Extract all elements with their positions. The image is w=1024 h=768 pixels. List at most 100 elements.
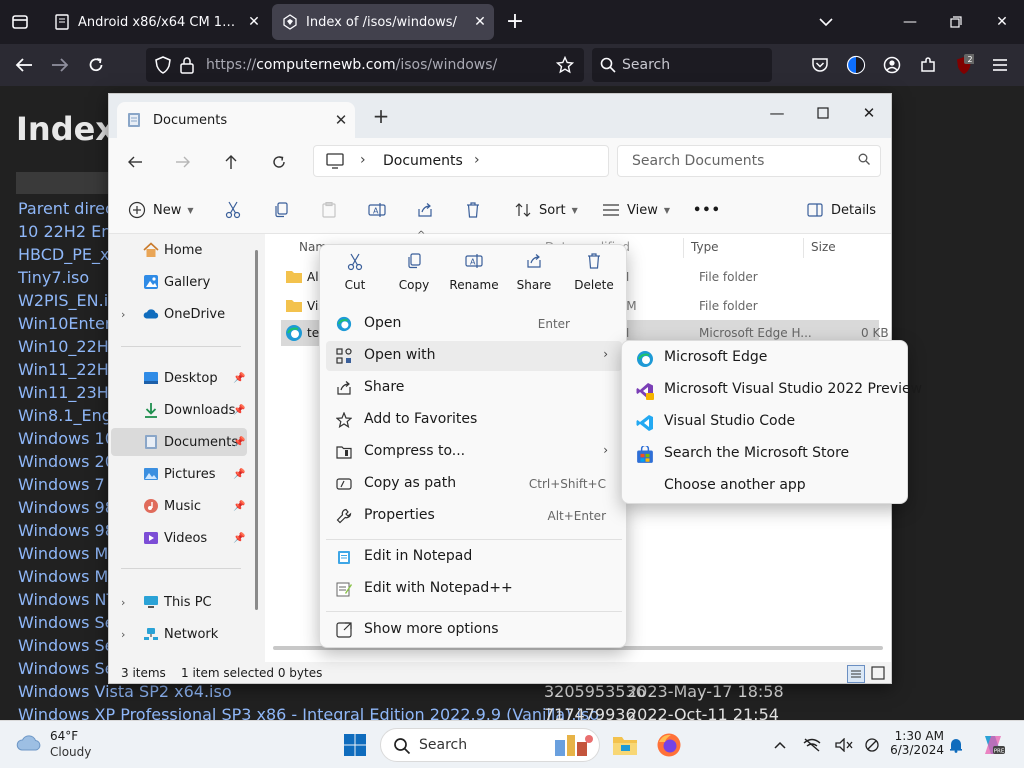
rename-button[interactable]: A: [367, 198, 387, 222]
start-button[interactable]: [338, 728, 372, 762]
nav-item-home[interactable]: Home: [109, 236, 249, 264]
maximize-icon[interactable]: [801, 98, 845, 128]
pin-icon[interactable]: 📌: [233, 437, 245, 448]
delete-button[interactable]: [463, 198, 483, 222]
pin-icon[interactable]: 📌: [233, 501, 245, 512]
chevron-right-icon[interactable]: ›: [474, 152, 480, 168]
listing-link[interactable]: Windows Me: [18, 567, 118, 586]
weather-widget[interactable]: 64°F Cloudy: [14, 729, 104, 761]
list-all-tabs-chevron-icon[interactable]: [814, 10, 838, 34]
explorer-new-tab-button[interactable]: +: [371, 106, 391, 126]
notification-bell-icon[interactable]: [946, 735, 966, 755]
battery-saver-icon[interactable]: [862, 735, 882, 755]
column-separator[interactable]: [803, 238, 804, 258]
listing-link[interactable]: Win11_22H2: [18, 360, 119, 379]
chevron-right-icon[interactable]: ›: [121, 596, 125, 609]
paste-button[interactable]: [319, 198, 339, 222]
open-with-edge[interactable]: Microsoft Edge: [628, 343, 903, 373]
explorer-search-input[interactable]: Search Documents: [617, 145, 881, 177]
column-separator[interactable]: [683, 238, 684, 258]
listing-link[interactable]: Windows XP Professional SP3 x86 - Integr…: [18, 705, 599, 720]
listing-link[interactable]: Windows 20: [18, 452, 115, 471]
nav-item-this-pc[interactable]: › This PC: [109, 588, 249, 616]
chevron-right-icon[interactable]: ›: [360, 152, 366, 168]
cut-button[interactable]: [223, 198, 243, 222]
reload-icon[interactable]: [84, 53, 108, 77]
listing-link[interactable]: Windows 10: [18, 429, 115, 448]
hamburger-menu-icon[interactable]: [988, 53, 1012, 77]
menu-item-show-more-options[interactable]: Show more options: [326, 615, 622, 645]
back-arrow-icon[interactable]: [12, 53, 36, 77]
details-view-icon[interactable]: [847, 665, 865, 683]
tab-close-icon[interactable]: ✕: [240, 8, 268, 36]
open-with-choose-another-app[interactable]: Choose another app: [628, 471, 903, 501]
menu-item-share[interactable]: Share: [326, 373, 622, 403]
close-icon[interactable]: ✕: [327, 111, 355, 129]
chevron-right-icon[interactable]: ›: [121, 308, 125, 321]
menu-item-properties[interactable]: Properties Alt+Enter: [326, 501, 622, 531]
listing-link[interactable]: Windows 7 S: [18, 475, 120, 494]
taskbar-firefox[interactable]: [652, 728, 686, 762]
copilot-icon[interactable]: PRE: [980, 735, 1006, 755]
chevron-up-icon[interactable]: [770, 735, 790, 755]
pin-icon[interactable]: 📌: [233, 469, 245, 480]
listing-link[interactable]: HBCD_PE_x6: [18, 245, 120, 264]
new-tab-button[interactable]: +: [503, 11, 527, 33]
explorer-tab-documents[interactable]: Documents ✕: [117, 102, 355, 138]
nav-item-videos[interactable]: Videos 📌: [109, 524, 249, 552]
browser-tab-android[interactable]: Android x86/x64 CM 14.1 r2 (Na ✕: [44, 4, 268, 40]
pocket-icon[interactable]: [808, 53, 832, 77]
listing-link[interactable]: Windows 98: [18, 521, 115, 540]
menu-item-compress[interactable]: Compress to... ›: [326, 437, 622, 467]
context-copy-button[interactable]: Copy: [385, 253, 443, 301]
bookmark-star-icon[interactable]: [556, 56, 574, 74]
close-window-icon[interactable]: ✕: [990, 10, 1014, 34]
refresh-icon[interactable]: [267, 150, 291, 174]
menu-item-open[interactable]: Open Enter: [326, 309, 622, 339]
pin-icon[interactable]: 📌: [233, 405, 245, 416]
menu-item-copy-as-path[interactable]: Copy as path Ctrl+Shift+C: [326, 469, 622, 499]
pin-icon[interactable]: 📌: [233, 533, 245, 544]
nav-item-documents[interactable]: Documents 📌: [111, 428, 247, 456]
context-cut-button[interactable]: Cut: [326, 253, 384, 301]
listing-link[interactable]: Windows NT: [18, 590, 116, 609]
firefox-view-icon[interactable]: [844, 53, 868, 77]
lock-icon[interactable]: [180, 56, 194, 74]
forward-arrow-icon[interactable]: [171, 150, 195, 174]
listing-link[interactable]: Windows Se: [18, 659, 115, 678]
share-button[interactable]: [415, 198, 435, 222]
listing-link[interactable]: Windows Se: [18, 613, 115, 632]
listing-link[interactable]: Parent direct: [18, 199, 120, 218]
nav-item-gallery[interactable]: Gallery: [109, 268, 249, 296]
listing-link[interactable]: Windows 98: [18, 498, 115, 517]
taskbar-clock[interactable]: 1:30 AM 6/3/2024: [884, 729, 944, 757]
listing-link[interactable]: Win10_22H2: [18, 337, 119, 356]
tiles-view-icon[interactable]: [871, 666, 885, 680]
menu-item-edit-with-notepadpp[interactable]: Edit with Notepad++: [326, 574, 622, 604]
context-share-button[interactable]: Share: [505, 253, 563, 301]
menu-item-edit-in-notepad[interactable]: Edit in Notepad: [326, 542, 622, 572]
restore-icon[interactable]: [944, 10, 968, 34]
listing-link[interactable]: Windows Vista SP2 x64.iso: [18, 682, 232, 701]
nav-item-downloads[interactable]: Downloads 📌: [109, 396, 249, 424]
listing-link[interactable]: Tiny7.iso: [18, 268, 89, 287]
nav-item-desktop[interactable]: Desktop 📌: [109, 364, 249, 392]
new-button[interactable]: New ▼: [127, 198, 194, 222]
forward-arrow-icon[interactable]: [48, 53, 72, 77]
network-off-icon[interactable]: [802, 735, 822, 755]
up-arrow-icon[interactable]: [219, 150, 243, 174]
ublock-extension-icon[interactable]: 2: [952, 53, 976, 77]
address-breadcrumb[interactable]: › Documents ›: [313, 145, 609, 177]
listing-link[interactable]: Windows ME: [18, 544, 118, 563]
more-options-button[interactable]: •••: [693, 198, 721, 222]
taskbar-search-box[interactable]: Search: [380, 728, 600, 762]
taskbar-file-explorer[interactable]: [608, 728, 642, 762]
menu-item-open-with[interactable]: Open with ›: [326, 341, 622, 371]
back-arrow-icon[interactable]: [123, 150, 147, 174]
account-icon[interactable]: [880, 53, 904, 77]
open-with-vscode[interactable]: Visual Studio Code: [628, 407, 903, 437]
volume-muted-icon[interactable]: [834, 735, 854, 755]
nav-item-onedrive[interactable]: › OneDrive: [109, 300, 249, 328]
minimize-icon[interactable]: —: [898, 10, 922, 34]
nav-item-network[interactable]: › Network: [109, 620, 249, 648]
